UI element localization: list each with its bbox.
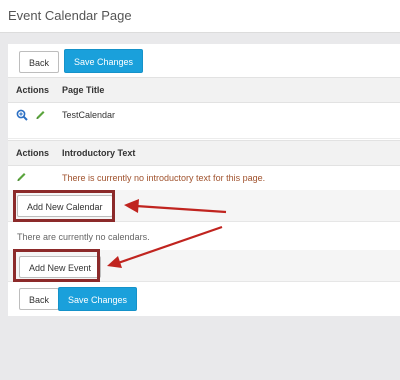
intro-row: There is currently no introductory text … (8, 166, 400, 190)
calendars-row: There are currently no calendars. (8, 222, 400, 250)
pencil-icon[interactable] (35, 109, 46, 120)
save-changes-button-bottom[interactable]: Save Changes (58, 287, 138, 311)
no-calendars-message: There are currently no calendars. (17, 232, 150, 242)
title-bar: Event Calendar Page (0, 0, 400, 33)
actions-header: Actions (16, 148, 50, 158)
introductory-text-header: Introductory Text (62, 148, 136, 158)
back-button-bottom[interactable]: Back (19, 288, 60, 310)
actions-header: Actions (16, 85, 50, 95)
intro-header-row: Actions Introductory Text (8, 140, 400, 166)
save-changes-button[interactable]: Save Changes (64, 49, 144, 73)
page-title-header-row: Actions Page Title (8, 77, 400, 103)
add-event-highlight (13, 249, 100, 282)
window-title: Event Calendar Page (8, 8, 132, 23)
page-title-value: TestCalendar (62, 110, 116, 120)
zoom-in-icon[interactable] (16, 109, 28, 121)
add-calendar-highlight (13, 190, 115, 222)
intro-empty-message: There is currently no introductory text … (62, 173, 266, 183)
pencil-icon[interactable] (16, 171, 27, 182)
back-button[interactable]: Back (19, 51, 60, 73)
page-title-header: Page Title (62, 85, 105, 95)
page-title-row: TestCalendar (8, 103, 400, 139)
